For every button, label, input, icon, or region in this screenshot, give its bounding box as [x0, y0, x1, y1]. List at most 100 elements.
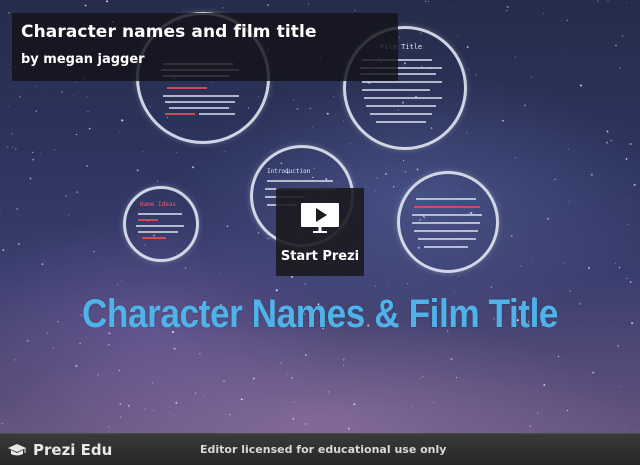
star — [505, 9, 508, 12]
star — [557, 355, 560, 358]
star — [136, 169, 139, 172]
star — [252, 377, 255, 380]
star — [8, 105, 10, 107]
star — [626, 1, 627, 3]
star — [617, 344, 620, 347]
star — [287, 373, 289, 375]
star — [32, 159, 34, 161]
presentation-heading: Character Names & Film Title — [81, 292, 559, 336]
star — [176, 152, 178, 154]
star — [619, 386, 621, 388]
star — [490, 286, 493, 288]
star — [530, 76, 532, 78]
star — [32, 151, 34, 153]
star — [296, 107, 299, 110]
title-overlay: Character names and film title by megan … — [12, 13, 398, 81]
star — [348, 427, 350, 430]
presentation-title: Character names and film title — [21, 22, 317, 42]
star — [79, 342, 82, 345]
start-prezi-button[interactable]: Start Prezi — [276, 188, 364, 276]
star — [19, 95, 22, 98]
star — [387, 285, 389, 287]
star — [579, 84, 583, 87]
star — [620, 369, 621, 371]
star — [614, 263, 617, 265]
star — [563, 55, 565, 57]
star — [118, 369, 121, 372]
star — [446, 353, 447, 354]
star — [457, 35, 459, 37]
star — [267, 4, 269, 6]
star — [374, 190, 376, 192]
star — [566, 409, 569, 412]
star — [618, 266, 621, 269]
star — [153, 410, 155, 412]
star — [274, 398, 276, 400]
circle-label-introduction: Introduction — [267, 168, 311, 175]
star — [170, 413, 172, 415]
star — [563, 262, 565, 264]
star — [588, 267, 590, 270]
star — [455, 377, 458, 379]
star — [99, 258, 100, 260]
star — [393, 186, 395, 188]
star — [404, 170, 407, 173]
star — [121, 119, 124, 122]
graduation-cap-icon — [8, 444, 26, 456]
star — [390, 166, 391, 167]
star — [35, 110, 37, 112]
star — [16, 207, 19, 210]
star — [571, 245, 573, 247]
star — [8, 12, 10, 14]
star — [118, 131, 120, 132]
star — [407, 283, 409, 285]
star — [41, 263, 44, 266]
star — [308, 3, 310, 5]
star — [254, 122, 255, 124]
star — [293, 99, 295, 101]
star — [97, 374, 99, 376]
star — [108, 343, 110, 346]
star — [543, 13, 545, 14]
star — [312, 126, 314, 128]
star — [291, 376, 293, 379]
star — [309, 107, 311, 110]
star — [627, 223, 629, 225]
star — [623, 76, 625, 78]
star — [510, 235, 513, 238]
star — [607, 0, 609, 2]
star — [376, 177, 378, 179]
star — [257, 232, 259, 234]
star — [475, 73, 478, 76]
star — [463, 138, 465, 139]
star — [606, 130, 609, 133]
star — [610, 140, 612, 142]
star — [6, 146, 9, 149]
footer-bar: Prezi Edu Editor licensed for educationa… — [0, 433, 640, 465]
star — [568, 200, 570, 202]
start-prezi-label: Start Prezi — [280, 249, 360, 264]
play-icon — [301, 203, 339, 233]
author-line: by megan jagger — [21, 52, 145, 67]
star — [592, 371, 595, 374]
star — [194, 392, 197, 394]
star — [1, 422, 4, 425]
star — [606, 141, 608, 144]
star — [2, 249, 5, 252]
frame-circle-left[interactable]: Name Ideas — [123, 186, 199, 262]
star — [15, 148, 17, 150]
star — [566, 19, 569, 22]
star — [619, 66, 621, 69]
prezi-edu-logo[interactable]: Prezi Edu — [7, 440, 112, 460]
star — [402, 159, 405, 162]
star — [93, 250, 95, 253]
star — [14, 359, 16, 361]
star — [26, 339, 29, 343]
star — [342, 358, 345, 361]
frame-circle-right[interactable] — [397, 171, 499, 273]
circle-label-name-ideas: Name Ideas — [140, 201, 177, 208]
star — [84, 4, 87, 7]
star — [290, 275, 293, 278]
star — [199, 353, 201, 355]
star — [631, 322, 634, 325]
